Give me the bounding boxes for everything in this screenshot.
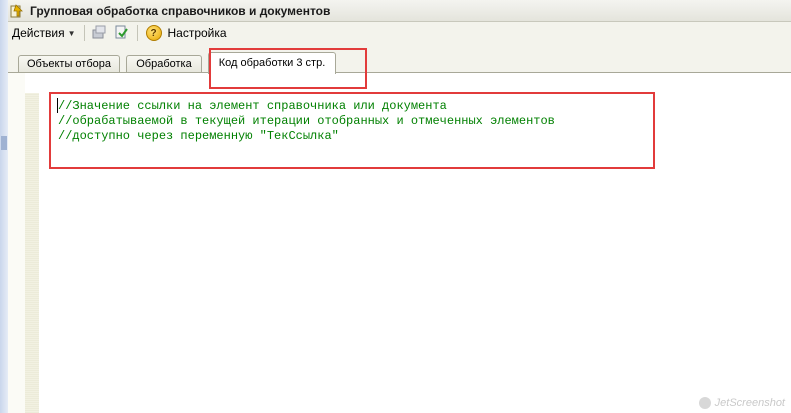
toolbar: Действия ▼ ? Настройка xyxy=(8,22,791,45)
watermark: JetScreenshot xyxy=(698,397,785,409)
form-icon xyxy=(10,3,24,18)
settings-label: Настройка xyxy=(167,26,227,40)
watermark-text: JetScreenshot xyxy=(714,397,785,409)
chevron-down-icon: ▼ xyxy=(67,28,76,38)
save-objects-icon xyxy=(91,24,107,43)
app-window: Групповая обработка справочников и докум… xyxy=(0,0,791,413)
toolbar-separator xyxy=(136,25,138,41)
run-processing-button[interactable] xyxy=(111,23,131,43)
actions-menu-button[interactable]: Действия ▼ xyxy=(8,23,80,43)
settings-button[interactable]: ? Настройка xyxy=(142,23,231,43)
tab-processing[interactable]: Обработка xyxy=(126,55,202,73)
tab-label: Обработка xyxy=(136,58,192,70)
highlight-box-code xyxy=(49,92,655,169)
left-edge-marker xyxy=(1,136,7,150)
save-objects-button[interactable] xyxy=(89,23,109,43)
help-question-icon: ? xyxy=(145,25,162,41)
tab-label: Объекты отбора xyxy=(27,58,111,70)
window-title: Групповая обработка справочников и докум… xyxy=(30,3,331,18)
watermark-logo-icon xyxy=(698,397,711,409)
tab-strip: Объекты отбора Обработка Код обработки 3… xyxy=(8,44,791,74)
run-processing-icon xyxy=(113,24,129,43)
line-gutter xyxy=(25,93,39,413)
tab-selection-objects[interactable]: Объекты отбора xyxy=(18,55,120,73)
toolbar-separator xyxy=(83,25,85,41)
editor-margin xyxy=(8,73,25,413)
actions-menu-label: Действия xyxy=(12,26,65,40)
highlight-box-tab xyxy=(209,48,367,89)
title-bar: Групповая обработка справочников и докум… xyxy=(8,0,791,22)
